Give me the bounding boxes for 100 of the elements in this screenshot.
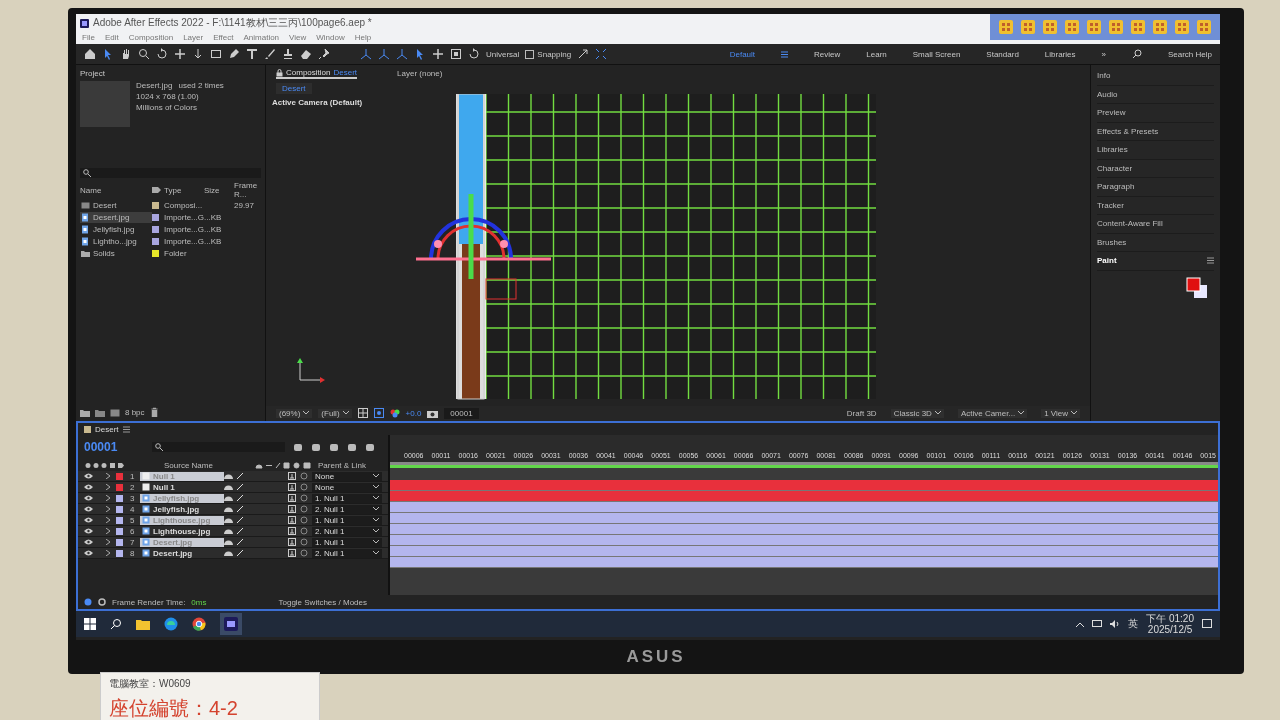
search-help-field[interactable]: Search Help [1167, 49, 1212, 59]
pointer-icon[interactable] [414, 48, 426, 60]
speaker-icon[interactable] [1110, 620, 1121, 628]
app-icon[interactable] [224, 617, 238, 631]
project-item[interactable]: Jellyfish.jpg [80, 224, 152, 235]
menu-item[interactable]: File [82, 33, 95, 42]
layer-name[interactable]: Desert.jpg [140, 548, 224, 558]
stamp-icon[interactable] [282, 48, 294, 60]
home-icon[interactable] [84, 48, 96, 60]
windows-start-icon[interactable] [84, 618, 96, 630]
rotate-icon[interactable] [468, 48, 480, 60]
settings-icon[interactable] [98, 598, 106, 606]
eye-icon[interactable] [84, 484, 93, 490]
menu-item[interactable]: Composition [128, 33, 174, 42]
draft-3d-toggle[interactable]: Draft 3D [846, 408, 877, 418]
notification-icon[interactable] [1202, 619, 1212, 629]
workspace-tab[interactable]: Standard [986, 49, 1019, 59]
menu-item[interactable]: Help [354, 33, 372, 42]
overflow-button[interactable]: » [1101, 49, 1106, 59]
eye-icon[interactable] [84, 550, 93, 556]
zoom-icon[interactable] [138, 48, 150, 60]
timecode[interactable]: 00001 [84, 440, 144, 454]
menu-item[interactable]: Edit [104, 33, 119, 42]
label-swatch[interactable] [116, 483, 123, 491]
browser-icon[interactable] [192, 617, 206, 631]
input-method-indicator[interactable]: 英 [1128, 617, 1139, 631]
browser-icon[interactable] [164, 617, 178, 631]
axis-icon[interactable] [360, 48, 372, 60]
text-icon[interactable] [246, 48, 258, 60]
project-item[interactable]: Desert.jpg [80, 212, 152, 223]
expand-icon[interactable] [577, 48, 590, 60]
clock-date[interactable]: 2025/12/5 [1147, 624, 1193, 635]
panel-tab[interactable]: Paint [1097, 252, 1214, 271]
menu-item[interactable]: Layer [183, 33, 204, 42]
label-swatch[interactable] [116, 527, 123, 535]
square-icon[interactable] [450, 48, 462, 60]
pen-icon[interactable] [228, 48, 240, 60]
parent-dropdown[interactable]: 1. Null 1 [312, 493, 382, 503]
label-swatch[interactable] [116, 505, 123, 513]
bit-depth-button[interactable]: 8 bpc [125, 407, 145, 417]
layer-name[interactable]: Jellyfish.jpg [140, 504, 224, 514]
renderer-dropdown[interactable]: Classic 3D [890, 408, 944, 418]
parent-dropdown[interactable]: None [312, 482, 382, 492]
eye-icon[interactable] [84, 495, 93, 501]
eraser-icon[interactable] [300, 48, 312, 60]
axis-icon[interactable] [396, 48, 408, 60]
search-field[interactable] [152, 442, 285, 452]
panel-tab[interactable]: Brushes [1097, 233, 1214, 252]
label-swatch[interactable] [116, 516, 123, 524]
parent-dropdown[interactable]: 2. Null 1 [312, 526, 382, 536]
layer-tab[interactable]: Layer (none) [397, 69, 443, 79]
search-icon[interactable] [110, 618, 122, 630]
clock-time[interactable]: 下午 01:20 [1146, 613, 1194, 624]
menu-icon[interactable] [781, 50, 789, 58]
panel-tab[interactable]: Audio [1097, 85, 1214, 104]
panel-tab[interactable]: Info [1097, 67, 1214, 86]
menu-item[interactable]: Animation [243, 33, 280, 42]
composition-icon[interactable] [110, 407, 120, 417]
eye-icon[interactable] [84, 506, 93, 512]
exposure-value[interactable]: +0.0 [405, 408, 422, 418]
hand-icon[interactable] [120, 48, 132, 60]
parent-dropdown[interactable]: 1. Null 1 [312, 515, 382, 525]
eye-icon[interactable] [84, 473, 93, 479]
zoom-dropdown[interactable]: (69%) [276, 408, 313, 418]
menu-icon[interactable] [122, 425, 130, 433]
eye-icon[interactable] [84, 539, 93, 545]
menu-item[interactable]: Effect [213, 33, 234, 42]
project-item[interactable]: Desert [80, 200, 152, 211]
composition-tab[interactable]: Composition Desert [276, 68, 358, 80]
camera-dropdown[interactable]: Active Camer... [957, 408, 1028, 418]
color-icon[interactable] [389, 408, 400, 419]
label-swatch[interactable] [116, 549, 123, 557]
parent-dropdown[interactable]: 1. Null 1 [312, 537, 382, 547]
puppet-pin-icon[interactable] [318, 48, 330, 60]
trash-icon[interactable] [149, 407, 159, 417]
brush-icon[interactable] [264, 48, 276, 60]
snapping-toggle[interactable]: Snapping [525, 49, 572, 59]
eye-icon[interactable] [84, 528, 93, 534]
folder-icon[interactable] [136, 618, 150, 630]
rectangle-icon[interactable] [210, 48, 222, 60]
project-item[interactable]: Solids [80, 248, 152, 259]
label-swatch[interactable] [116, 538, 123, 546]
panel-tab[interactable]: Effects & Presets [1097, 122, 1214, 141]
axis-icon[interactable] [378, 48, 390, 60]
move-icon[interactable] [174, 48, 186, 60]
move-icon[interactable] [432, 48, 444, 60]
eye-icon[interactable] [84, 517, 93, 523]
resolution-dropdown[interactable]: (Full) [318, 408, 352, 418]
layer-name[interactable]: Null 1 [140, 482, 224, 492]
panel-tab[interactable]: Paragraph [1097, 178, 1214, 197]
layer-name[interactable]: Lighthouse.jpg [140, 526, 224, 536]
menu-item[interactable]: View [289, 33, 307, 42]
label-swatch[interactable] [116, 472, 123, 480]
breadcrumb[interactable]: Desert [276, 82, 312, 94]
toggle-switches-button[interactable]: Toggle Switches / Modes [278, 597, 367, 607]
label-swatch[interactable] [116, 494, 123, 502]
panel-tab[interactable]: Tracker [1097, 196, 1214, 215]
parent-dropdown[interactable]: 2. Null 1 [312, 504, 382, 514]
workspace-tab[interactable]: Libraries [1044, 49, 1076, 59]
current-time-field[interactable]: 00001 [444, 407, 479, 419]
